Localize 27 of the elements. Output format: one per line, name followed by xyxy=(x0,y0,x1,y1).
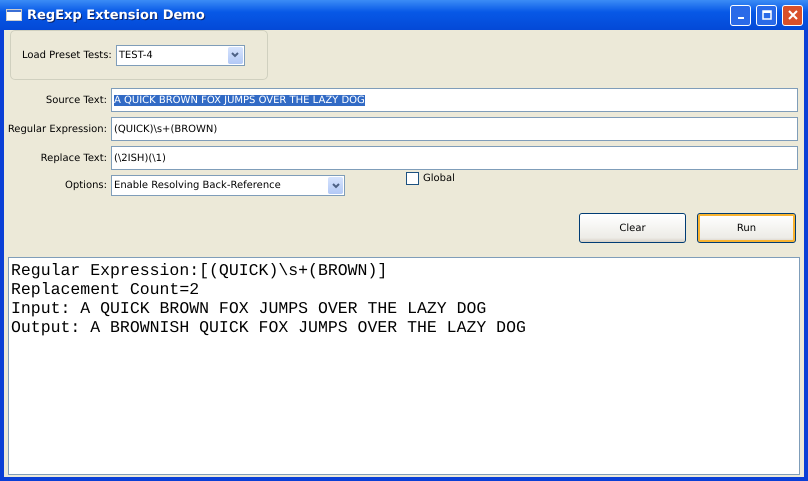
text-field[interactable]: (QUICK)\s+(BROWN) xyxy=(111,117,798,141)
chevron-down-icon xyxy=(332,182,340,188)
text-field[interactable]: (\2ISH)(\1) xyxy=(111,146,798,170)
output-line: Output: A BROWNISH QUICK FOX JUMPS OVER THE LAZY DOG xyxy=(11,318,527,337)
output-line: Regular Expression:[(QUICK)\s+(BROWN)] xyxy=(11,261,388,280)
window-icon xyxy=(6,9,22,21)
output-line: Replacement Count=2 xyxy=(11,280,200,299)
maximize-button[interactable] xyxy=(756,4,777,26)
field-label: Replace Text: xyxy=(40,152,107,164)
minimize-button[interactable] xyxy=(730,4,751,26)
field-label: Source Text: xyxy=(44,94,107,106)
field-label: Regular Expression: xyxy=(6,124,107,134)
text-field[interactable]: A QUICK BROWN FOX JUMPS OVER THE LAZY DOG xyxy=(111,88,798,112)
preset-dropdown[interactable]: TEST-4 xyxy=(116,44,245,66)
action-button[interactable]: Clear xyxy=(579,213,686,243)
chevron-down-icon xyxy=(231,52,240,58)
window-title: RegExp Extension Demo xyxy=(27,8,206,22)
global-checkbox[interactable] xyxy=(406,172,419,185)
options-dropdown[interactable]: Enable Resolving Back-Reference xyxy=(111,175,345,196)
action-button[interactable]: Run xyxy=(697,213,796,243)
options-label: Options: xyxy=(64,180,107,191)
output-line: Input: A QUICK BROWN FOX JUMPS OVER THE LAZY DOG xyxy=(11,299,488,318)
close-button[interactable] xyxy=(782,4,803,26)
global-label: Global xyxy=(423,173,455,184)
close-icon xyxy=(788,10,798,20)
preset-label: Load Preset Tests: xyxy=(22,50,112,60)
maximize-icon xyxy=(762,10,772,20)
